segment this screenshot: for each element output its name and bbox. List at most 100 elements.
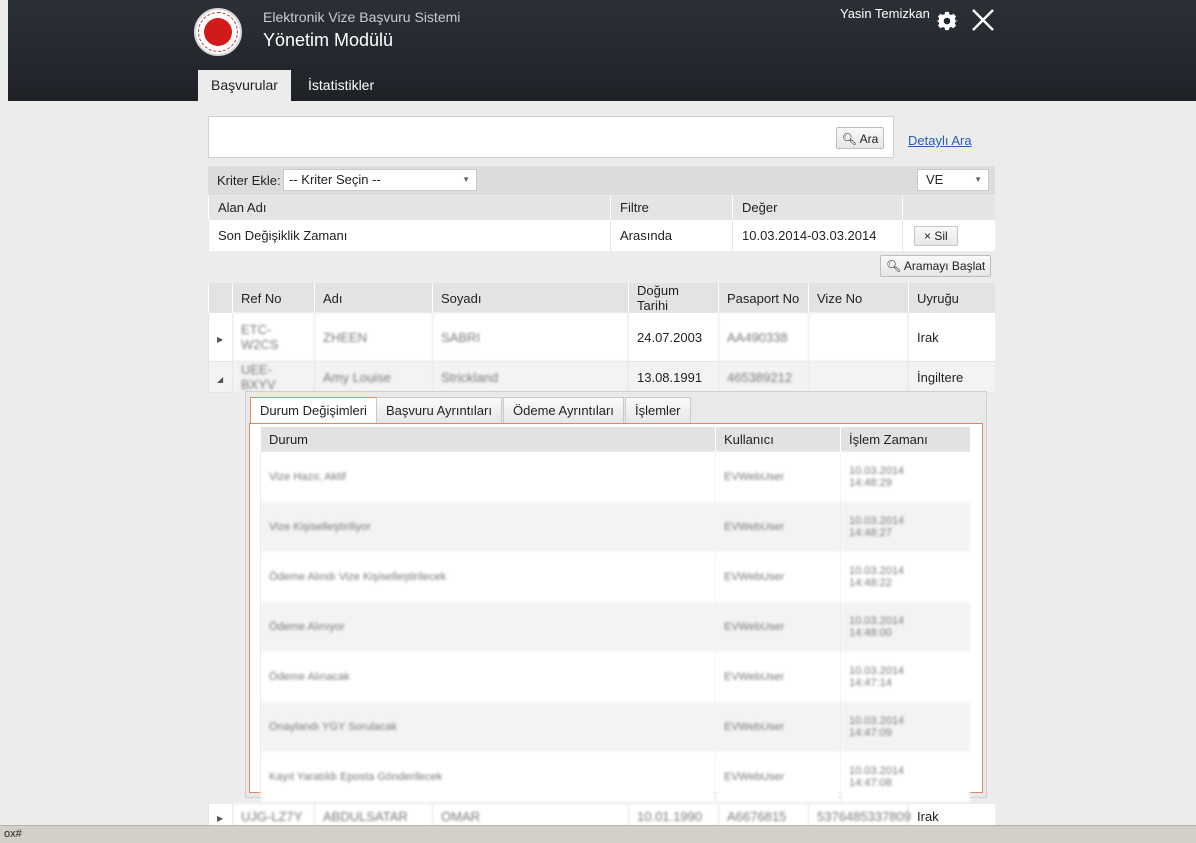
birth-date: 13.08.1991 bbox=[628, 361, 719, 393]
column-header: Filtre bbox=[610, 196, 733, 220]
last-name: Strickland bbox=[432, 361, 629, 393]
browser-status-bar: ox# bbox=[0, 825, 1196, 843]
search-button-label: Ara bbox=[859, 132, 879, 146]
timestamp: 10.03.2014 14:48:27 bbox=[840, 502, 970, 552]
status-text: Ödeme Alındı Vize Kişiselleştirilecek bbox=[260, 552, 716, 602]
ref-no: ETC-W2CS bbox=[232, 313, 315, 362]
advanced-search-link[interactable]: Detaylı Ara bbox=[908, 133, 972, 148]
column-header: Soyadı bbox=[432, 283, 629, 313]
timestamp: 10.03.2014 14:48:29 bbox=[840, 452, 970, 502]
timestamp-time: 14:48:00 bbox=[849, 627, 892, 639]
tab-islemler[interactable]: İşlemler bbox=[625, 397, 691, 424]
search-icon: 🔍︎ bbox=[886, 259, 902, 273]
column-header: Alan Adı bbox=[208, 196, 611, 220]
nationality: Irak bbox=[908, 313, 995, 362]
logic-select[interactable]: VE ▼ bbox=[917, 169, 989, 191]
ref-no: UEE-BXYV bbox=[232, 361, 315, 393]
timestamp-date: 10.03.2014 bbox=[849, 715, 905, 727]
timestamp-date: 10.03.2014 bbox=[849, 615, 905, 627]
timestamp-time: 14:47:08 bbox=[849, 777, 892, 789]
birth-date: 24.07.2003 bbox=[628, 313, 719, 362]
table-row: Vize Kişiselleştiriliyor EVWebUser 10.03.2… bbox=[260, 502, 970, 552]
column-header: Değer bbox=[732, 196, 903, 220]
status-text: Kayıt Yaratıldı Eposta Gönderilecek bbox=[260, 752, 716, 802]
criteria-table: Alan Adı Filtre Değer Son Değişiklik Zam… bbox=[208, 196, 995, 251]
timestamp-date: 10.03.2014 bbox=[849, 565, 905, 577]
search-icon: 🔍︎ bbox=[841, 132, 857, 146]
criteria-label: Kriter Ekle: bbox=[217, 173, 281, 188]
timestamp: 10.03.2014 14:48:22 bbox=[840, 552, 970, 602]
tab-odeme-ayrintilari[interactable]: Ödeme Ayrıntıları bbox=[503, 397, 624, 424]
criteria-select-value: -- Kriter Seçin -- bbox=[289, 172, 381, 187]
status-text: Vize Kişiselleştiriliyor bbox=[260, 502, 716, 552]
column-header: Kullanıcı bbox=[715, 427, 841, 452]
criteria-value: 10.03.2014-03.03.2014 bbox=[732, 219, 903, 251]
gear-icon[interactable] bbox=[935, 10, 959, 32]
status-text: Vize Hazır, Aktif bbox=[260, 452, 716, 502]
timestamp-time: 14:48:22 bbox=[849, 577, 892, 589]
table-row: Ödeme Alınacak EVWebUser 10.03.2014 14:47:1… bbox=[260, 652, 970, 702]
tab-istatistikler[interactable]: İstatistikler bbox=[295, 70, 387, 101]
column-header: İşlem Zamanı bbox=[840, 427, 970, 452]
timestamp-time: 14:47:09 bbox=[849, 727, 892, 739]
nationality: İngiltere bbox=[908, 361, 995, 393]
criteria-select[interactable]: -- Kriter Seçin -- ▼ bbox=[283, 169, 477, 191]
logo-emblem bbox=[204, 18, 232, 46]
remove-criteria-button[interactable]: × Sil bbox=[914, 225, 958, 246]
first-name: ZHEEN bbox=[314, 313, 433, 362]
criteria-filter: Arasında bbox=[610, 219, 733, 251]
search-button[interactable]: 🔍︎ Ara bbox=[836, 127, 884, 149]
table-row: Kayıt Yaratıldı Eposta Gönderilecek EVWeb… bbox=[260, 752, 970, 802]
timestamp-date: 10.03.2014 bbox=[849, 765, 905, 777]
logic-select-value: VE bbox=[926, 172, 944, 187]
tab-basvurular[interactable]: Başvurular bbox=[198, 70, 291, 101]
criteria-action-cell: × Sil bbox=[902, 219, 995, 251]
criteria-field: Son Değişiklik Zamanı bbox=[208, 219, 611, 251]
column-header bbox=[208, 283, 233, 313]
start-search-button[interactable]: 🔍︎ Aramayı Başlat bbox=[880, 255, 992, 277]
column-header: Ref No bbox=[232, 283, 315, 313]
results-table: Ref No Adı Soyadı Doğum Tarihi Pasaport … bbox=[208, 283, 995, 393]
user-name[interactable]: Yasin Temizkan bbox=[840, 6, 930, 21]
user-text: EVWebUser bbox=[715, 552, 841, 602]
user-text: EVWebUser bbox=[715, 702, 841, 752]
table-row: Onaylandı YGY Sorulacak EVWebUser 10.03.20… bbox=[260, 702, 970, 752]
column-header: Vize No bbox=[808, 283, 909, 313]
tab-basvuru-ayrintilari[interactable]: Başvuru Ayrıntıları bbox=[376, 397, 502, 424]
column-header: Adı bbox=[314, 283, 433, 313]
expand-icon[interactable]: ▶ bbox=[208, 313, 233, 362]
start-search-label: Aramayı Başlat bbox=[903, 259, 986, 273]
timestamp-date: 10.03.2014 bbox=[849, 465, 905, 477]
column-header: Durum bbox=[260, 427, 716, 452]
column-header: Pasaport No bbox=[718, 283, 809, 313]
timestamp: 10.03.2014 14:48:00 bbox=[840, 602, 970, 652]
timestamp: 10.03.2014 14:47:14 bbox=[840, 652, 970, 702]
status-text: Onaylandı YGY Sorulacak bbox=[260, 702, 716, 752]
search-input[interactable] bbox=[208, 116, 894, 158]
column-header bbox=[902, 196, 995, 220]
app-subtitle: Elektronik Vize Başvuru Sistemi bbox=[263, 9, 461, 25]
last-name: SABRI bbox=[432, 313, 629, 362]
status-text: Ödeme Alınacak bbox=[260, 652, 716, 702]
table-row[interactable]: ▶ ETC-W2CS ZHEEN SABRI 24.07.2003 AA4903… bbox=[208, 313, 995, 362]
close-icon[interactable] bbox=[970, 7, 996, 33]
passport-no: AA490338 bbox=[718, 313, 809, 362]
collapse-icon[interactable]: ◢ bbox=[208, 361, 233, 393]
status-text: Ödeme Alınıyor bbox=[260, 602, 716, 652]
app-title: Yönetim Modülü bbox=[263, 30, 394, 50]
column-header: Doğum Tarihi bbox=[628, 283, 719, 313]
first-name: Amy Louise bbox=[314, 361, 433, 393]
table-row[interactable]: ◢ UEE-BXYV Amy Louise Strickland 13.08.1… bbox=[208, 361, 995, 393]
timestamp: 10.03.2014 14:47:08 bbox=[840, 752, 970, 802]
timestamp-date: 10.03.2014 bbox=[849, 515, 905, 527]
criteria-row: Son Değişiklik Zamanı Arasında 10.03.201… bbox=[208, 219, 995, 251]
visa-no bbox=[808, 313, 909, 362]
app-header bbox=[8, 0, 1196, 101]
tab-durum-degisimleri[interactable]: Durum Değişimleri bbox=[250, 397, 377, 425]
column-header: Uyruğu bbox=[908, 283, 995, 313]
timestamp: 10.03.2014 14:47:09 bbox=[840, 702, 970, 752]
user-text: EVWebUser bbox=[715, 752, 841, 802]
timestamp-time: 14:48:29 bbox=[849, 477, 892, 489]
user-text: EVWebUser bbox=[715, 602, 841, 652]
timestamp-date: 10.03.2014 bbox=[849, 665, 905, 677]
